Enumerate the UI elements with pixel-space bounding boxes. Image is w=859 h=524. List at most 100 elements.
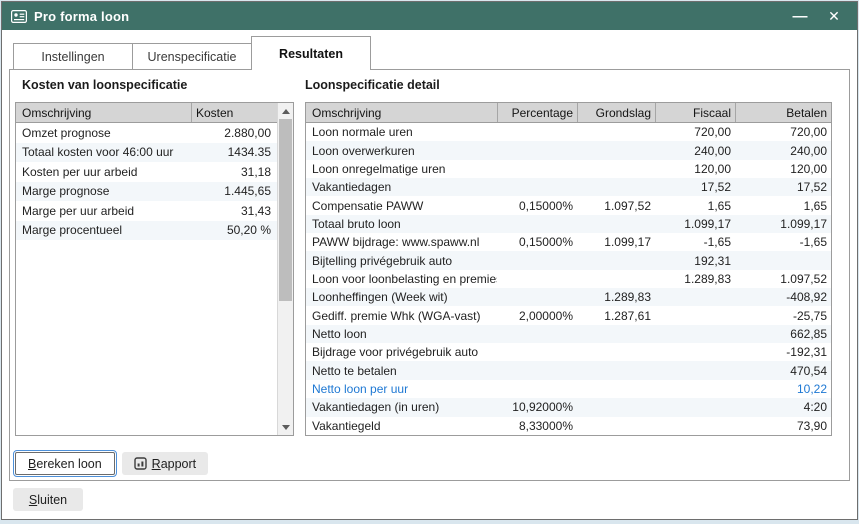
- row-betalen: 4:20: [735, 400, 831, 414]
- row-betalen: 1,65: [735, 199, 831, 213]
- row-fiscaal: -1,65: [655, 235, 735, 249]
- row-grondslag: 1.099,17: [577, 235, 655, 249]
- table-row[interactable]: Gediff. premie Whk (WGA-vast) 2,00000% 1…: [306, 306, 831, 324]
- row-label: Bijdrage voor privégebruik auto: [306, 345, 497, 359]
- table-row[interactable]: Marge prognose 1.445,65: [16, 182, 277, 202]
- row-label: Loonheffingen (Week wit): [306, 290, 497, 304]
- kosten-table-body: Omzet prognose 2.880,00 Totaal kosten vo…: [16, 123, 293, 240]
- row-label: Marge per uur arbeid: [16, 204, 191, 218]
- row-betalen: 240,00: [735, 144, 831, 158]
- scrollbar-thumb[interactable]: [279, 119, 292, 301]
- row-fiscaal: 1.099,17: [655, 217, 735, 231]
- close-button[interactable]: ✕: [820, 4, 848, 28]
- row-betalen: 10,22: [735, 382, 831, 396]
- row-betalen: 720,00: [735, 125, 831, 139]
- column-header-betalen[interactable]: Betalen: [735, 103, 831, 122]
- row-fiscaal: 120,00: [655, 162, 735, 176]
- row-label: Marge prognose: [16, 184, 191, 198]
- scroll-down-arrow[interactable]: [278, 419, 293, 435]
- row-betalen: 662,85: [735, 327, 831, 341]
- column-header-omschrijving[interactable]: Omschrijving: [16, 103, 191, 122]
- pro-forma-loon-dialog: Pro forma loon — ✕ Instellingen Urenspec…: [1, 1, 858, 520]
- row-kosten: 1.445,65: [191, 184, 277, 198]
- row-label: Bijtelling privégebruik auto: [306, 254, 497, 268]
- column-header-kosten[interactable]: Kosten: [191, 103, 277, 122]
- table-row[interactable]: Marge procentueel 50,20 %: [16, 221, 277, 241]
- loonspecificatie-table-body: Loon normale uren 720,00 720,00 Loon ove…: [306, 123, 831, 435]
- row-percentage: 10,92000%: [497, 400, 577, 414]
- tab[interactable]: Resultaten: [251, 36, 371, 70]
- table-row[interactable]: Vakantiedagen 17,52 17,52: [306, 178, 831, 196]
- row-betalen: -1,65: [735, 235, 831, 249]
- row-grondslag: 1.289,83: [577, 290, 655, 304]
- row-fiscaal: 1,65: [655, 199, 735, 213]
- rapport-label: Rapport: [152, 457, 196, 471]
- table-row[interactable]: Marge per uur arbeid 31,43: [16, 201, 277, 221]
- row-label: Loon overwerkuren: [306, 144, 497, 158]
- row-label: Totaal bruto loon: [306, 217, 497, 231]
- minimize-button[interactable]: —: [786, 4, 814, 28]
- row-grondslag: 1.287,61: [577, 309, 655, 323]
- table-row[interactable]: Loon onregelmatige uren 120,00 120,00: [306, 160, 831, 178]
- table-row[interactable]: Vakantiegeld 8,33000% 73,90: [306, 417, 831, 435]
- row-percentage: 0,15000%: [497, 199, 577, 213]
- loonspecificatie-table-header: Omschrijving Percentage Grondslag Fiscaa…: [306, 103, 831, 123]
- row-label: Totaal kosten voor 46:00 uur: [16, 145, 191, 159]
- row-fiscaal: 192,31: [655, 254, 735, 268]
- rapport-button[interactable]: Rapport: [122, 452, 208, 475]
- left-table-heading: Kosten van loonspecificatie: [22, 78, 187, 92]
- column-header-omschrijving[interactable]: Omschrijving: [306, 103, 497, 122]
- row-fiscaal: 17,52: [655, 180, 735, 194]
- row-betalen: -25,75: [735, 309, 831, 323]
- table-row[interactable]: Loonheffingen (Week wit) 1.289,83 -408,9…: [306, 288, 831, 306]
- table-row[interactable]: Totaal kosten voor 46:00 uur 1434.35: [16, 143, 277, 163]
- column-header-grondslag[interactable]: Grondslag: [577, 103, 655, 122]
- table-row[interactable]: Netto loon 662,85: [306, 325, 831, 343]
- row-kosten: 31,43: [191, 204, 277, 218]
- row-percentage: 2,00000%: [497, 309, 577, 323]
- row-label: Netto te betalen: [306, 364, 497, 378]
- table-row[interactable]: Netto loon per uur 10,22: [306, 380, 831, 398]
- table-row[interactable]: Compensatie PAWW 0,15000% 1.097,52 1,65 …: [306, 196, 831, 214]
- tab-bar: Instellingen Urenspecificatie Resultaten: [13, 36, 370, 70]
- table-row[interactable]: Totaal bruto loon 1.099,17 1.099,17: [306, 215, 831, 233]
- row-grondslag: 1.097,52: [577, 199, 655, 213]
- row-betalen: 1.097,52: [735, 272, 831, 286]
- row-label: Vakantiedagen: [306, 180, 497, 194]
- table-row[interactable]: PAWW bijdrage: www.spaww.nl 0,15000% 1.0…: [306, 233, 831, 251]
- action-button-row: Bereken loon Rapport: [15, 452, 208, 475]
- table-row[interactable]: Bijdrage voor privégebruik auto -192,31: [306, 343, 831, 361]
- table-row[interactable]: Netto te betalen 470,54: [306, 361, 831, 379]
- row-label: Netto loon: [306, 327, 497, 341]
- table-row[interactable]: Loon voor loonbelasting en premies 1.289…: [306, 270, 831, 288]
- row-label: Loon normale uren: [306, 125, 497, 139]
- row-label: Kosten per uur arbeid: [16, 165, 191, 179]
- row-label: Marge procentueel: [16, 223, 191, 237]
- vertical-scrollbar[interactable]: [277, 103, 293, 435]
- scroll-up-arrow[interactable]: [278, 103, 293, 119]
- tab[interactable]: Instellingen: [13, 43, 133, 70]
- table-row[interactable]: Vakantiedagen (in uren) 10,92000% 4:20: [306, 398, 831, 416]
- row-kosten: 31,18: [191, 165, 277, 179]
- column-header-fiscaal[interactable]: Fiscaal: [655, 103, 735, 122]
- table-row[interactable]: Kosten per uur arbeid 31,18: [16, 162, 277, 182]
- row-label: PAWW bijdrage: www.spaww.nl: [306, 235, 497, 249]
- sluiten-button[interactable]: Sluiten: [13, 488, 83, 511]
- kosten-table: Omschrijving Kosten Omzet prognose 2.880…: [15, 102, 294, 436]
- table-row[interactable]: Bijtelling privégebruik auto 192,31: [306, 251, 831, 269]
- column-header-percentage[interactable]: Percentage: [497, 103, 577, 122]
- table-row[interactable]: Loon normale uren 720,00 720,00: [306, 123, 831, 141]
- row-label: Vakantiedagen (in uren): [306, 400, 497, 414]
- row-kosten: 1434.35: [191, 145, 277, 159]
- row-label: Loon voor loonbelasting en premies: [306, 272, 497, 286]
- row-label: Loon onregelmatige uren: [306, 162, 497, 176]
- bereken-loon-button[interactable]: Bereken loon: [15, 452, 115, 475]
- right-table-heading: Loonspecificatie detail: [305, 78, 440, 92]
- row-fiscaal: 240,00: [655, 144, 735, 158]
- row-kosten: 50,20 %: [191, 223, 277, 237]
- row-betalen: 73,90: [735, 419, 831, 433]
- table-row[interactable]: Omzet prognose 2.880,00: [16, 123, 277, 143]
- table-row[interactable]: Loon overwerkuren 240,00 240,00: [306, 141, 831, 159]
- tab[interactable]: Urenspecificatie: [132, 43, 252, 70]
- row-label: Netto loon per uur: [306, 382, 497, 396]
